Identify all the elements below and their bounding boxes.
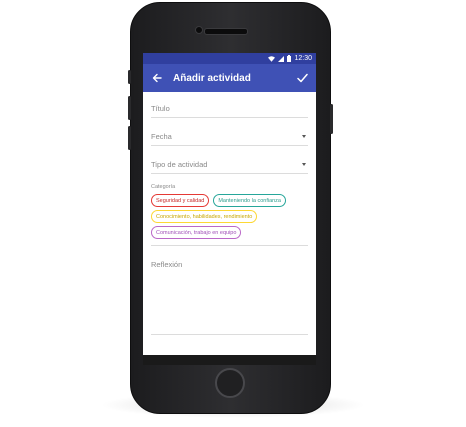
reflection-field[interactable]: Reflexión: [151, 260, 308, 335]
dropdown-arrow-icon: [302, 163, 306, 166]
chip-knowledge-skills[interactable]: Conocimiento, habilidades, rendimiento: [151, 210, 258, 223]
wifi-icon: [268, 55, 276, 62]
save-button[interactable]: [294, 70, 310, 86]
category-label: Categoría: [151, 184, 176, 190]
chip-safety-quality[interactable]: Seguridad y calidad: [151, 194, 210, 207]
chip-maintaining-trust[interactable]: Manteniendo la confianza: [213, 194, 286, 207]
status-time: 12:30: [294, 55, 312, 62]
volume-up-button: [128, 96, 131, 120]
front-camera: [195, 26, 203, 34]
title-field[interactable]: Título: [151, 92, 308, 118]
system-nav-bar: [143, 355, 316, 365]
home-button[interactable]: [215, 368, 245, 398]
silent-switch: [128, 70, 131, 84]
category-chips: Seguridad y calidad Manteniendo la confi…: [151, 194, 308, 246]
dropdown-arrow-icon: [302, 135, 306, 138]
date-placeholder: Fecha: [151, 132, 172, 141]
title-placeholder: Título: [151, 104, 170, 113]
app-bar: Añadir actividad: [143, 64, 316, 92]
back-button[interactable]: [149, 70, 165, 86]
signal-icon: [278, 55, 285, 62]
date-select[interactable]: Fecha: [151, 118, 308, 146]
battery-icon: [287, 55, 292, 62]
activity-type-placeholder: Tipo de actividad: [151, 160, 208, 169]
page-title: Añadir actividad: [173, 72, 251, 84]
status-bar: 12:30: [143, 53, 316, 64]
reflection-placeholder: Reflexión: [151, 260, 183, 269]
arrow-back-icon: [152, 73, 162, 83]
activity-type-select[interactable]: Tipo de actividad: [151, 146, 308, 174]
form: Título Fecha Tipo de actividad Categoría…: [143, 92, 316, 335]
phone-screen: 12:30 Añadir actividad Título Fecha Tipo…: [143, 53, 316, 365]
check-icon: [296, 73, 308, 83]
chip-communication-teamwork[interactable]: Comunicación, trabajo en equipo: [151, 226, 242, 239]
power-button: [330, 104, 333, 134]
volume-down-button: [128, 126, 131, 150]
earpiece-speaker: [204, 28, 248, 35]
